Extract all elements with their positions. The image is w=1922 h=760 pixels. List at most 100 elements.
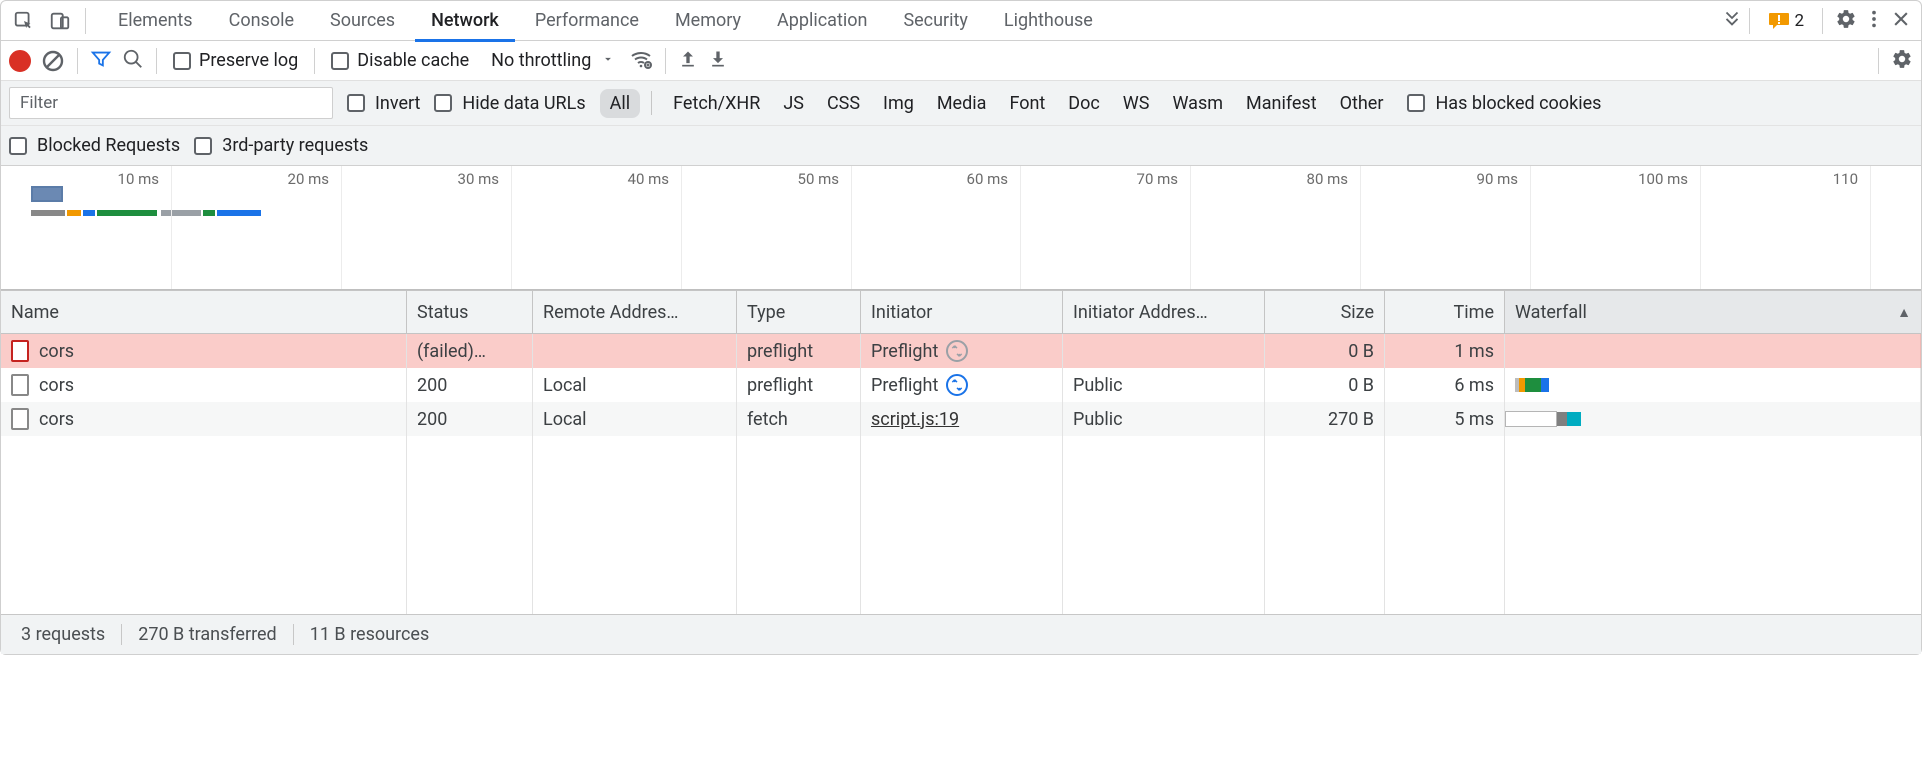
search-icon[interactable] [122,48,144,74]
type-filter-js[interactable]: JS [773,89,814,118]
preflight-swap-icon[interactable] [946,374,968,396]
panel-tab-console[interactable]: Console [211,1,312,41]
filter-funnel-icon[interactable] [90,48,112,74]
disable-cache-checkbox[interactable]: Disable cache [327,50,473,71]
request-waterfall [1505,334,1921,368]
network-settings-gear-icon[interactable] [1891,48,1913,74]
has-blocked-cookies-checkbox[interactable]: Has blocked cookies [1407,93,1601,114]
filter-input[interactable]: Filter [9,87,333,119]
request-remote: Local [533,402,737,436]
type-filter-font[interactable]: Font [999,89,1055,118]
dropdown-caret-icon [601,50,615,71]
timeline-overview[interactable]: 10 ms20 ms30 ms40 ms50 ms60 ms70 ms80 ms… [1,166,1921,290]
download-har-icon[interactable] [708,49,728,73]
panel-tab-performance[interactable]: Performance [517,1,657,41]
network-conditions-icon[interactable] [629,47,653,75]
col-header-initiator[interactable]: Initiator [861,291,1063,333]
table-row[interactable]: cors200Localfetchscript.js:19Public270 B… [1,402,1921,436]
panel-tab-security[interactable]: Security [885,1,985,41]
empty-cell [1063,436,1265,614]
divider [77,48,78,74]
type-filter-media[interactable]: Media [927,89,997,118]
col-header-remote[interactable]: Remote Addres… [533,291,737,333]
settings-gear-icon[interactable] [1835,8,1857,34]
table-row[interactable]: cors200LocalpreflightPreflightPublic0 B6… [1,368,1921,402]
type-filter-all[interactable]: All [600,89,641,118]
request-size: 0 B [1265,334,1385,368]
overview-tick-label: 90 ms [1460,170,1526,188]
empty-cell [533,436,737,614]
type-filter-manifest[interactable]: Manifest [1236,89,1327,118]
waterfall-segment [1557,412,1567,426]
third-party-checkbox[interactable]: 3rd-party requests [194,135,368,156]
upload-har-icon[interactable] [678,49,698,73]
request-status: (failed)… [407,334,533,368]
request-name: cors [39,341,74,362]
overview-bar [217,210,261,216]
request-initiator-address: Public [1063,368,1265,402]
request-status: 200 [407,402,533,436]
divider [156,48,157,74]
close-icon[interactable] [1891,9,1911,33]
warning-speech-icon [1768,12,1790,30]
network-status-bar: 3 requests 270 B transferred 11 B resour… [1,614,1921,654]
divider [1878,48,1879,74]
panel-tab-lighthouse[interactable]: Lighthouse [986,1,1111,41]
preserve-log-checkbox[interactable]: Preserve log [169,50,302,71]
inspect-element-icon[interactable] [7,4,41,38]
blocked-requests-checkbox[interactable]: Blocked Requests [9,135,180,156]
request-initiator[interactable]: script.js:19 [871,409,959,430]
type-filter-other[interactable]: Other [1330,89,1394,118]
panel-tab-memory[interactable]: Memory [657,1,759,41]
col-header-initiator-address[interactable]: Initiator Addres… [1063,291,1265,333]
divider [1822,8,1823,34]
empty-cell [861,436,1063,614]
status-resources: 11 B resources [294,624,446,645]
type-filter-css[interactable]: CSS [817,89,870,118]
col-header-status[interactable]: Status [407,291,533,333]
type-filter-img[interactable]: Img [873,89,924,118]
col-header-name[interactable]: Name [1,291,407,333]
type-filter-fetch-xhr[interactable]: Fetch/XHR [663,89,770,118]
request-type: preflight [737,368,861,402]
overview-selection-handle[interactable] [31,186,63,202]
col-header-waterfall[interactable]: Waterfall ▲ [1505,291,1921,333]
file-icon [11,374,29,396]
col-header-time[interactable]: Time [1385,291,1505,333]
network-filter-bar-2: Blocked Requests 3rd-party requests [1,126,1921,166]
type-filter-wasm[interactable]: Wasm [1162,89,1233,118]
kebab-menu-icon[interactable] [1863,8,1885,34]
table-header-row: Name Status Remote Addres… Type Initiato… [1,290,1921,334]
throttling-select[interactable]: No throttling [483,50,619,71]
clear-icon[interactable] [41,49,65,73]
type-filter-doc[interactable]: Doc [1058,89,1110,118]
issues-badge[interactable]: 2 [1762,10,1810,32]
file-icon [11,340,29,362]
hide-data-urls-checkbox[interactable]: Hide data URLs [434,93,585,114]
type-filter-ws[interactable]: WS [1113,89,1160,118]
record-button[interactable] [9,50,31,72]
col-header-type[interactable]: Type [737,291,861,333]
network-request-table: Name Status Remote Addres… Type Initiato… [1,290,1921,614]
file-icon [11,408,29,430]
invert-checkbox[interactable]: Invert [347,93,420,114]
status-requests: 3 requests [5,624,122,645]
empty-cell [737,436,861,614]
panel-tab-application[interactable]: Application [759,1,885,41]
table-row[interactable]: cors(failed)…preflightPreflight0 B1 ms [1,334,1921,368]
more-panels-chevron-icon[interactable] [1721,7,1743,34]
overview-gridline [681,166,682,289]
overview-tick-label: 70 ms [1120,170,1186,188]
panel-tab-sources[interactable]: Sources [312,1,413,41]
overview-tick-label: 40 ms [611,170,677,188]
overview-bar [83,210,95,216]
overview-gridline [1700,166,1701,289]
device-toolbar-icon[interactable] [43,4,77,38]
panel-tab-network[interactable]: Network [413,1,517,41]
request-initiator: Preflight [871,341,938,362]
overview-tick-label: 100 ms [1630,170,1696,188]
panel-tab-elements[interactable]: Elements [100,1,211,41]
request-remote: Local [533,368,737,402]
preflight-swap-icon[interactable] [946,340,968,362]
col-header-size[interactable]: Size [1265,291,1385,333]
